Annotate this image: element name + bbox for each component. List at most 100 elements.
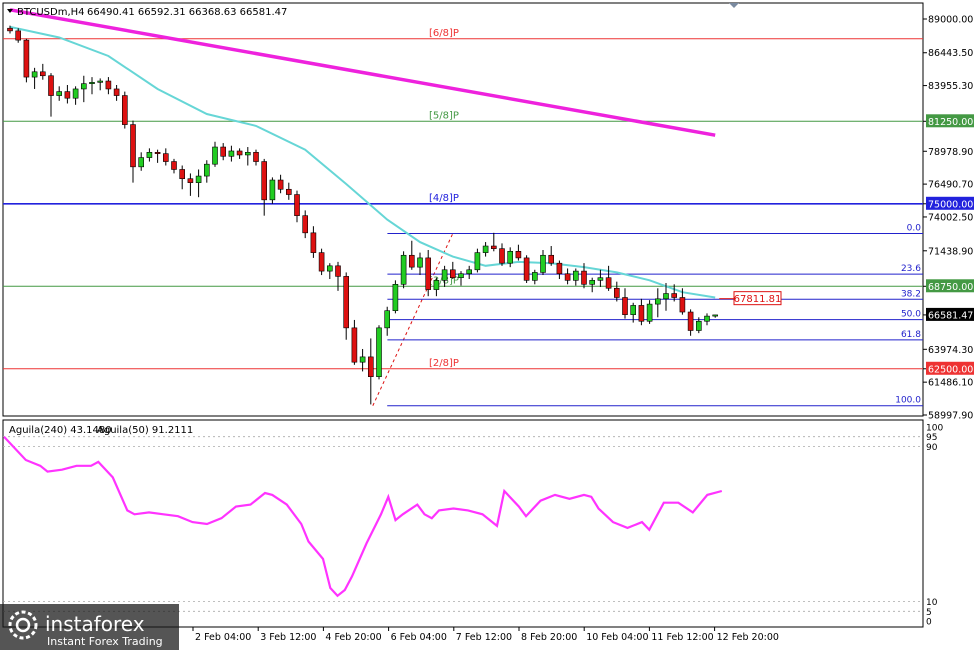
candle-body-45 <box>376 327 382 377</box>
osc-scale-label-1: 95 <box>926 433 937 443</box>
candle-body-38 <box>318 252 325 272</box>
fibo-level-label-2: 38.2 <box>901 289 921 299</box>
time-tick-label-3: 6 Feb 04:00 <box>391 632 447 643</box>
candle-body-41 <box>343 276 350 329</box>
candle-body-8 <box>72 88 79 99</box>
time-tick-label-2: 4 Feb 20:00 <box>325 632 381 643</box>
candle-body-50 <box>417 257 423 268</box>
candle-body-27 <box>228 150 235 157</box>
candle-body-21 <box>179 169 185 180</box>
candle-body-57 <box>474 252 481 271</box>
candle-body-48 <box>400 254 407 285</box>
candle-body-31 <box>261 161 268 201</box>
osc-scale-label-3: 10 <box>926 598 938 608</box>
candle-body-53 <box>441 269 448 281</box>
candle-body-14 <box>122 95 128 125</box>
candle-body-7 <box>64 91 71 99</box>
candle-body-3 <box>31 71 38 78</box>
candle-body-47 <box>392 284 399 311</box>
candle-body-30 <box>253 152 259 162</box>
candle-body-10 <box>89 82 95 84</box>
candle-body-58 <box>482 245 489 253</box>
candle-body-34 <box>285 188 292 195</box>
candle-body-85 <box>704 315 710 322</box>
candle-body-43 <box>359 356 366 363</box>
candle-body-26 <box>220 146 226 157</box>
candle-body-15 <box>130 124 136 168</box>
osc-scale-label-5: 0 <box>926 618 932 628</box>
price-tick-label-6: 75000.00 <box>928 199 973 210</box>
candle-body-75 <box>622 297 628 315</box>
candle-body-39 <box>326 265 333 272</box>
candle-body-35 <box>294 194 300 216</box>
fibo-level-label-3: 50.0 <box>901 310 921 320</box>
candle-body-5 <box>48 75 54 96</box>
marked-price-label: 67811.81 <box>734 294 782 305</box>
time-tick-label-1: 3 Feb 12:00 <box>260 632 316 643</box>
time-tick-label-8: 12 Feb 20:00 <box>717 632 779 643</box>
candle-body-52 <box>433 280 440 290</box>
candle-body-67 <box>556 262 563 275</box>
fibo-level-label-0: 0.0 <box>907 223 922 233</box>
candle-body-32 <box>269 179 276 201</box>
candle-body-2 <box>23 39 30 78</box>
candle-body-36 <box>302 215 309 234</box>
price-tick-label-0: 89000.00 <box>928 15 973 26</box>
candle-body-9 <box>81 83 87 90</box>
candle-body-25 <box>212 146 218 165</box>
time-tick-label-4: 7 Feb 12:00 <box>456 632 512 643</box>
candle-body-65 <box>540 254 546 273</box>
candle-body-80 <box>663 293 669 300</box>
price-tick-label-11: 66581.47 <box>928 310 973 321</box>
candle-body-42 <box>351 327 358 363</box>
candle-body-83 <box>687 311 694 331</box>
candle-body-78 <box>646 303 653 322</box>
symbol-title: BTCUSDm,H4 <box>17 7 85 18</box>
candle-body-74 <box>613 287 620 298</box>
price-tick-label-13: 62500.00 <box>928 364 973 375</box>
candle-body-68 <box>564 273 571 281</box>
candle-body-37 <box>310 232 317 253</box>
instaforex-watermark: instaforex Instant Forex Trading <box>0 604 179 650</box>
price-tick-label-8: 71438.90 <box>928 246 973 257</box>
candle-body-49 <box>408 254 415 268</box>
trading-chart: [6/8]P[5/8]P[4/8]P[3/8]P[2/8]P 0.023.638… <box>0 0 976 650</box>
candle-body-60 <box>499 248 505 264</box>
candle-body-59 <box>490 245 497 249</box>
watermark-tagline: Instant Forex Trading <box>47 635 163 648</box>
candle-body-44 <box>367 356 374 377</box>
candle-body-79 <box>654 298 661 305</box>
candle-body-64 <box>531 272 538 281</box>
candle-body-86 <box>712 314 719 317</box>
candle-body-17 <box>146 152 153 158</box>
candle-body-81 <box>671 293 678 298</box>
indicator-label-50: Aguila(50) 91.2111 <box>97 425 193 436</box>
candle-body-55 <box>458 273 464 279</box>
candle-body-61 <box>507 251 514 264</box>
osc-scale-label-2: 90 <box>926 443 938 453</box>
ohlc-values: 66490.41 66592.31 66368.63 66581.47 <box>87 7 287 18</box>
chart-background <box>0 0 976 650</box>
candle-body-19 <box>163 153 169 162</box>
time-tick-label-7: 11 Feb 12:00 <box>651 632 713 643</box>
candle-body-0 <box>7 27 13 32</box>
murrey-label-2: [4/8]P <box>429 193 459 204</box>
price-tick-label-14: 61486.10 <box>928 378 973 389</box>
price-tick-label-1: 86443.50 <box>928 48 973 59</box>
watermark-brand: instaforex <box>45 612 145 636</box>
candle-body-6 <box>56 91 63 96</box>
candle-body-24 <box>204 163 210 177</box>
price-tick-label-4: 78978.90 <box>928 147 973 158</box>
candle-body-73 <box>605 277 612 289</box>
murrey-label-4: [2/8]P <box>429 358 459 369</box>
candle-body-46 <box>384 310 391 329</box>
candle-body-12 <box>105 80 112 90</box>
time-tick-label-6: 10 Feb 04:00 <box>586 632 648 643</box>
candle-body-51 <box>425 257 432 290</box>
candle-body-11 <box>97 80 103 83</box>
murrey-label-0: [6/8]P <box>429 28 459 39</box>
price-tick-label-3: 81250.00 <box>928 117 973 128</box>
candle-body-33 <box>277 179 284 190</box>
candle-body-82 <box>679 297 686 313</box>
fibo-level-label-5: 100.0 <box>895 396 921 406</box>
